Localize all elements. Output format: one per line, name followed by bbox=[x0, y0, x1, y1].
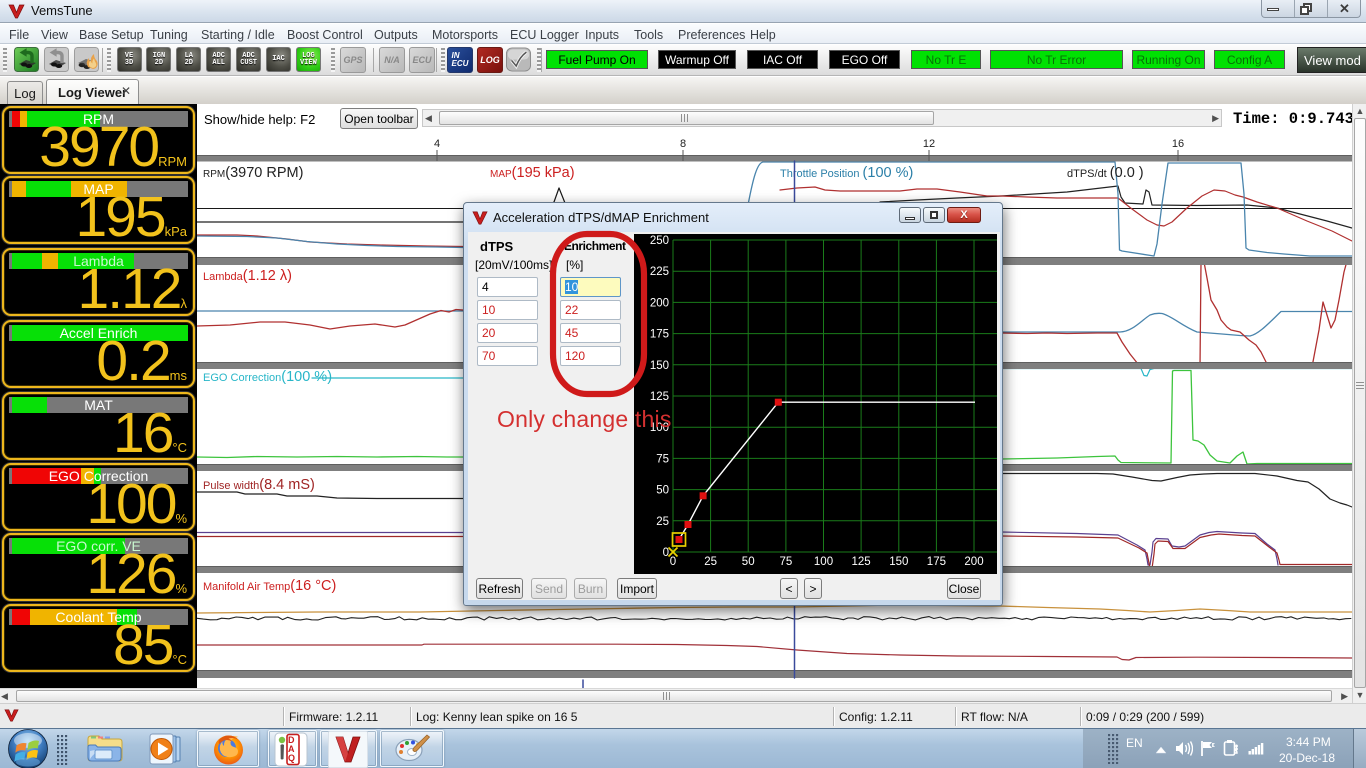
svg-text:50: 50 bbox=[742, 556, 755, 568]
svg-text:4: 4 bbox=[434, 138, 440, 150]
svg-text:100: 100 bbox=[814, 556, 833, 568]
svg-text:12: 12 bbox=[923, 138, 935, 150]
svg-text:75: 75 bbox=[780, 556, 793, 568]
svg-text:0: 0 bbox=[663, 547, 669, 559]
svg-text:MAP(195 kPa): MAP(195 kPa) bbox=[490, 165, 575, 181]
svg-text:25: 25 bbox=[704, 556, 717, 568]
svg-text:Pulse width(8.4 mS): Pulse width(8.4 mS) bbox=[203, 477, 315, 493]
svg-text:75: 75 bbox=[656, 453, 669, 465]
svg-text:225: 225 bbox=[650, 266, 669, 278]
svg-text:175: 175 bbox=[927, 556, 946, 568]
svg-text:RPM(3970 RPM): RPM(3970 RPM) bbox=[203, 165, 303, 181]
svg-text:16: 16 bbox=[1172, 138, 1184, 150]
svg-text:125: 125 bbox=[852, 556, 871, 568]
svg-text:200: 200 bbox=[650, 297, 669, 309]
svg-text:50: 50 bbox=[656, 485, 669, 497]
svg-text:Lambda(1.12 λ): Lambda(1.12 λ) bbox=[203, 268, 292, 284]
svg-text:Throttle Position (100 %): Throttle Position (100 %) bbox=[780, 165, 913, 181]
svg-text:200: 200 bbox=[964, 556, 983, 568]
svg-text:Manifold Air Temp(16 °C): Manifold Air Temp(16 °C) bbox=[203, 578, 336, 594]
svg-text:150: 150 bbox=[889, 556, 908, 568]
svg-text:EGO Correction(100 %): EGO Correction(100 %) bbox=[203, 369, 332, 385]
svg-text:0: 0 bbox=[670, 556, 676, 568]
svg-text:25: 25 bbox=[656, 516, 669, 528]
svg-text:8: 8 bbox=[680, 138, 686, 150]
svg-text:dTPS/dt (0.0 ): dTPS/dt (0.0 ) bbox=[1067, 165, 1144, 181]
svg-text:250: 250 bbox=[650, 235, 669, 247]
svg-text:150: 150 bbox=[650, 360, 669, 372]
svg-text:Q: Q bbox=[288, 753, 295, 763]
svg-text:125: 125 bbox=[650, 391, 669, 403]
svg-text:175: 175 bbox=[650, 329, 669, 341]
